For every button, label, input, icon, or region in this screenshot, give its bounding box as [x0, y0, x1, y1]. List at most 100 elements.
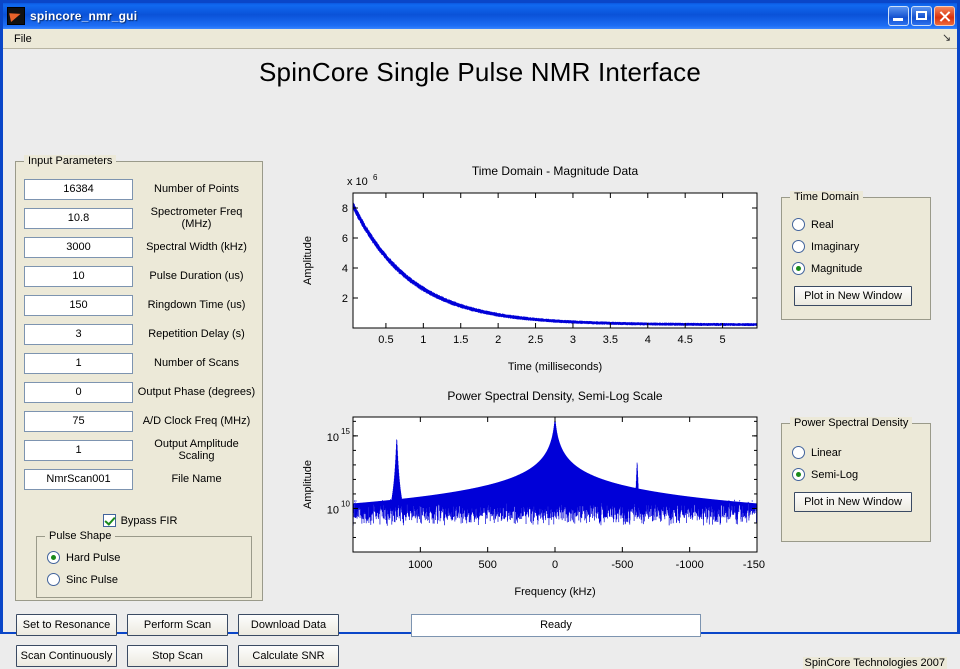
svg-text:x 10: x 10 — [347, 176, 368, 188]
radio-time-imaginary[interactable]: Imaginary — [792, 240, 859, 253]
time-magnitude-label: Magnitude — [811, 262, 863, 275]
svg-text:3.5: 3.5 — [603, 334, 618, 346]
svg-text:4: 4 — [342, 263, 348, 275]
power-spectral-density-chart: Power Spectral Density, Semi-Log Scale 10… — [295, 387, 765, 602]
parameter-input[interactable] — [24, 410, 133, 432]
psd-plot-in-new-window-button[interactable]: Plot in New Window — [794, 492, 912, 512]
matlab-app-icon — [7, 7, 25, 25]
parameter-row: Ringdown Time (us) — [24, 294, 256, 316]
psd-semilog-radio-marker[interactable] — [792, 468, 805, 481]
bypass-fir-label: Bypass FIR — [120, 514, 178, 527]
perform-scan-button[interactable]: Perform Scan — [127, 614, 228, 636]
radio-hard-pulse[interactable]: Hard Pulse — [47, 551, 120, 564]
parameter-row: Number of Scans — [24, 352, 256, 374]
sinc-pulse-radio-marker[interactable] — [47, 573, 60, 586]
parameter-label: Number of Scans — [154, 357, 239, 369]
parameter-input[interactable] — [24, 468, 133, 490]
radio-psd-semilog[interactable]: Semi-Log — [792, 468, 858, 481]
radio-time-real[interactable]: Real — [792, 218, 834, 231]
svg-text:0.5: 0.5 — [378, 334, 393, 346]
svg-text:Frequency (kHz): Frequency (kHz) — [514, 586, 595, 598]
svg-text:-1000: -1000 — [676, 559, 704, 571]
parameter-row: A/D Clock Freq (MHz) — [24, 410, 256, 432]
time-imaginary-label: Imaginary — [811, 240, 860, 253]
page-title: SpinCore Single Pulse NMR Interface — [259, 57, 701, 87]
svg-text:Time Domain - Magnitude Data: Time Domain - Magnitude Data — [472, 164, 639, 178]
svg-text:15: 15 — [341, 427, 350, 436]
time-imaginary-radio-marker[interactable] — [792, 240, 805, 253]
parameter-row: Number of Points — [24, 178, 256, 200]
parameter-label: Number of Points — [154, 183, 239, 195]
sinc-pulse-label: Sinc Pulse — [66, 573, 118, 586]
time-domain-chart: Time Domain - Magnitude Data x 10 6 0.5 1 1.5… — [295, 161, 765, 376]
svg-text:4.5: 4.5 — [678, 334, 693, 346]
resize-grip-icon[interactable]: ↘ — [942, 33, 952, 44]
time-real-label: Real — [811, 218, 834, 231]
parameter-input[interactable] — [24, 294, 133, 316]
svg-text:Time (milliseconds): Time (milliseconds) — [508, 361, 602, 373]
stop-scan-button[interactable]: Stop Scan — [127, 645, 228, 667]
svg-text:0: 0 — [552, 559, 558, 571]
svg-text:-1500: -1500 — [743, 559, 765, 571]
svg-text:1000: 1000 — [408, 559, 432, 571]
parameter-input[interactable] — [24, 439, 133, 461]
parameter-label: A/D Clock Freq (MHz) — [142, 415, 251, 427]
psd-linear-label: Linear — [811, 446, 842, 459]
svg-text:4: 4 — [645, 334, 651, 346]
parameter-input[interactable] — [24, 352, 133, 374]
time-real-radio-marker[interactable] — [792, 218, 805, 231]
bypass-fir-row[interactable]: Bypass FIR — [24, 514, 256, 527]
time-domain-title: Time Domain — [790, 191, 863, 203]
main-content: SpinCore Single Pulse NMR Interface Inpu… — [3, 49, 957, 669]
svg-text:-500: -500 — [611, 559, 633, 571]
calculate-snr-button[interactable]: Calculate SNR — [238, 645, 339, 667]
radio-time-magnitude[interactable]: Magnitude — [792, 262, 862, 275]
parameter-label: Repetition Delay (s) — [148, 328, 245, 340]
parameter-input[interactable] — [24, 207, 133, 229]
input-parameters-title: Input Parameters — [24, 155, 117, 167]
svg-text:500: 500 — [478, 559, 496, 571]
svg-text:2: 2 — [495, 334, 501, 346]
svg-text:Amplitude: Amplitude — [302, 460, 314, 509]
parameter-row: Output Amplitude Scaling — [24, 438, 256, 462]
parameter-row: Pulse Duration (us) — [24, 265, 256, 287]
menu-bar: File ↘ — [3, 29, 957, 49]
radio-psd-linear[interactable]: Linear — [792, 446, 842, 459]
svg-text:2: 2 — [342, 293, 348, 305]
bypass-fir-checkbox[interactable] — [102, 514, 116, 527]
scan-continuously-button[interactable]: Scan Continuously — [16, 645, 117, 667]
svg-text:6: 6 — [342, 233, 348, 245]
svg-text:Amplitude: Amplitude — [302, 236, 314, 285]
parameter-input[interactable] — [24, 178, 133, 200]
hard-pulse-radio-marker[interactable] — [47, 551, 60, 564]
psd-semilog-label: Semi-Log — [811, 468, 859, 481]
svg-text:1: 1 — [420, 334, 426, 346]
svg-text:10: 10 — [341, 499, 350, 508]
parameter-row: Spectrometer Freq (MHz) — [24, 206, 256, 230]
svg-text:1.5: 1.5 — [453, 334, 468, 346]
svg-text:2.5: 2.5 — [528, 334, 543, 346]
parameter-input[interactable] — [24, 323, 133, 345]
minimize-button[interactable] — [888, 6, 909, 26]
parameter-input[interactable] — [24, 381, 133, 403]
footer-credit: SpinCore Technologies 2007 — [802, 657, 947, 669]
parameter-input[interactable] — [24, 236, 133, 258]
psd-panel: Power Spectral Density Linear Semi-Log P… — [781, 417, 931, 542]
svg-text:5: 5 — [720, 334, 726, 346]
maximize-button[interactable] — [911, 6, 932, 26]
svg-text:6: 6 — [373, 173, 378, 182]
parameter-label: Pulse Duration (us) — [149, 270, 244, 282]
menu-item-file[interactable]: File — [9, 32, 37, 46]
pulse-shape-panel: Pulse Shape Hard Pulse Sinc Pulse — [36, 530, 252, 598]
set-to-resonance-button[interactable]: Set to Resonance — [16, 614, 117, 636]
parameter-label: File Name — [171, 473, 222, 485]
download-data-button[interactable]: Download Data — [238, 614, 339, 636]
parameter-input[interactable] — [24, 265, 133, 287]
title-bar: spincore_nmr_gui — [3, 3, 957, 29]
time-magnitude-radio-marker[interactable] — [792, 262, 805, 275]
close-button[interactable] — [934, 6, 955, 26]
time-domain-plot-in-new-window-button[interactable]: Plot in New Window — [794, 286, 912, 306]
radio-sinc-pulse[interactable]: Sinc Pulse — [47, 573, 118, 586]
window-title: spincore_nmr_gui — [30, 9, 138, 23]
psd-linear-radio-marker[interactable] — [792, 446, 805, 459]
